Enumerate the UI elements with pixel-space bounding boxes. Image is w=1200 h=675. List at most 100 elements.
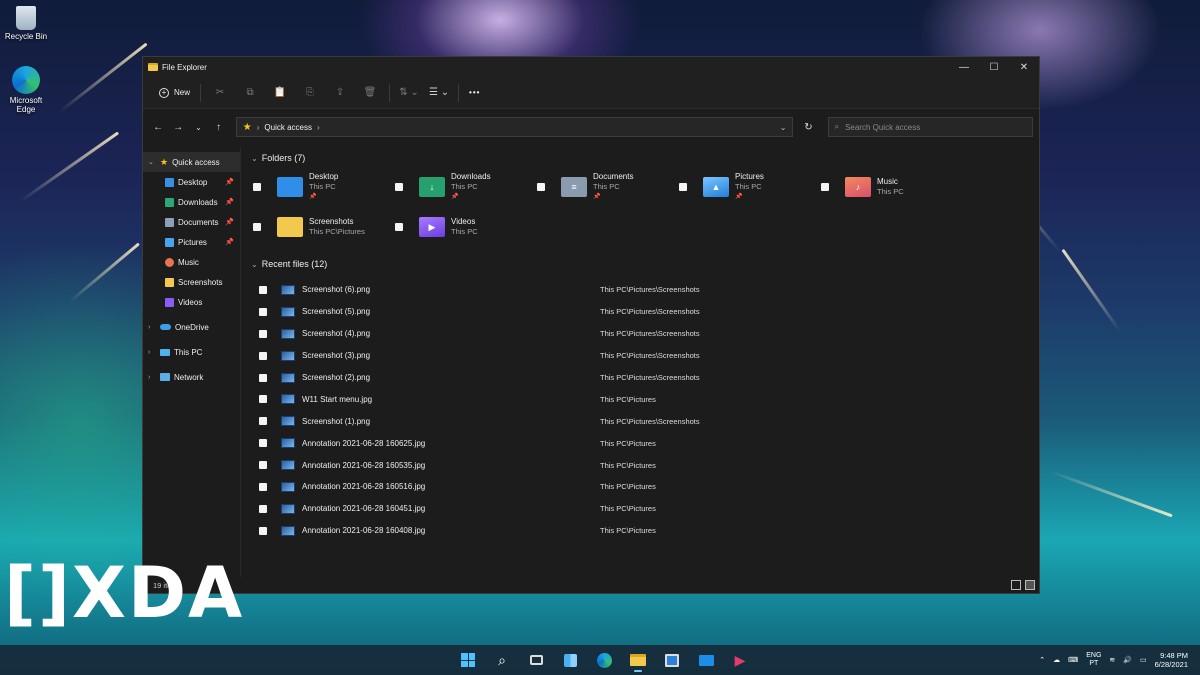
sidebar-item-pictures[interactable]: Pictures 📌 <box>143 232 240 252</box>
cut-icon[interactable]: ✂ <box>205 81 235 105</box>
select-checkbox[interactable] <box>259 395 267 404</box>
details-view-icon[interactable] <box>1011 580 1021 590</box>
view-icon[interactable]: ☰ ⌄ <box>424 81 454 105</box>
select-checkbox[interactable] <box>259 285 267 294</box>
store-icon[interactable] <box>660 648 684 672</box>
address-bar[interactable]: ★ › Quick access › ⌄ <box>235 117 794 137</box>
battery-icon[interactable]: ▭ <box>1140 656 1147 664</box>
language-indicator[interactable]: ENG PT <box>1086 652 1101 668</box>
clock[interactable]: 9:48 PM 6/28/2021 <box>1155 651 1188 669</box>
chevron-up-icon[interactable]: ⌃ <box>1039 656 1045 664</box>
sidebar-item-this-pc[interactable]: › This PC <box>143 342 240 362</box>
select-checkbox[interactable] <box>395 183 403 191</box>
collapse-chevron-icon[interactable]: ⌄ <box>251 154 258 163</box>
folders-section-header[interactable]: ⌄ Folders (7) <box>247 147 1033 169</box>
address-history-chevron-icon[interactable]: ⌄ <box>780 123 787 132</box>
search-icon[interactable]: ⌕ <box>490 648 514 672</box>
sidebar-item-desktop[interactable]: Desktop 📌 <box>143 172 240 192</box>
start-icon[interactable] <box>456 648 480 672</box>
list-item[interactable]: Screenshot (1).png This PC\Pictures\Scree… <box>259 410 1033 432</box>
select-checkbox[interactable] <box>679 183 687 191</box>
list-item[interactable]: Annotation 2021-06-28 160516.jpg This PC\… <box>259 476 1033 498</box>
select-checkbox[interactable] <box>253 183 261 191</box>
expand-chevron-icon[interactable]: ⌄ <box>148 158 156 166</box>
select-checkbox[interactable] <box>253 223 261 231</box>
sidebar-item-quick-access[interactable]: ⌄ ★ Quick access <box>143 152 240 172</box>
list-item[interactable]: W11 Start menu.jpg This PC\Pictures <box>259 388 1033 410</box>
sidebar-item-onedrive[interactable]: › OneDrive <box>143 317 240 337</box>
search-input[interactable]: ⌕ Search Quick access <box>827 117 1033 137</box>
desktop-icon-edge[interactable]: Microsoft Edge <box>0 66 52 114</box>
select-checkbox[interactable] <box>259 329 267 338</box>
expand-chevron-icon[interactable]: › <box>148 349 156 356</box>
minimize-button[interactable]: — <box>949 57 979 77</box>
sidebar-item-network[interactable]: › Network <box>143 367 240 387</box>
list-item[interactable]: Annotation 2021-06-28 160625.jpg This PC\… <box>259 432 1033 454</box>
select-checkbox[interactable] <box>259 417 267 426</box>
sidebar-item-documents[interactable]: Documents 📌 <box>143 212 240 232</box>
select-checkbox[interactable] <box>821 183 829 191</box>
title-bar[interactable]: File Explorer — ☐ ✕ <box>143 57 1039 77</box>
forward-arrow-icon[interactable]: → <box>169 117 187 137</box>
sidebar-item-music[interactable]: Music <box>143 252 240 272</box>
select-checkbox[interactable] <box>259 373 267 382</box>
file-explorer-icon[interactable] <box>626 648 650 672</box>
list-item[interactable]: Screenshot (6).png This PC\Pictures\Scree… <box>259 279 1033 301</box>
recent-locations-chevron-icon[interactable]: ⌄ <box>189 117 207 137</box>
select-checkbox[interactable] <box>259 482 267 491</box>
onedrive-cloud-icon[interactable]: ☁ <box>1053 656 1060 664</box>
list-item[interactable]: Screenshot (3).png This PC\Pictures\Scree… <box>259 345 1033 367</box>
list-item[interactable]: Annotation 2021-06-28 160408.jpg This PC\… <box>259 520 1033 542</box>
paste-icon[interactable]: 📋 <box>265 81 295 105</box>
mail-icon[interactable] <box>694 648 718 672</box>
task-view-icon[interactable] <box>524 648 548 672</box>
list-item[interactable]: Annotation 2021-06-28 160451.jpg This PC\… <box>259 498 1033 520</box>
tiles-view-icon[interactable] <box>1025 580 1035 590</box>
list-item[interactable]: Annotation 2021-06-28 160535.jpg This PC\… <box>259 454 1033 476</box>
close-button[interactable]: ✕ <box>1009 57 1039 77</box>
back-arrow-icon[interactable]: ← <box>149 117 167 137</box>
select-checkbox[interactable] <box>537 183 545 191</box>
select-checkbox[interactable] <box>259 526 267 535</box>
copy-icon[interactable]: ⧉ <box>235 81 265 105</box>
recent-files-section-header[interactable]: ⌄ Recent files (12) <box>247 253 1033 275</box>
widgets-icon[interactable] <box>558 648 582 672</box>
collapse-chevron-icon[interactable]: ⌄ <box>251 260 258 269</box>
share-icon[interactable]: ⇪ <box>325 81 355 105</box>
edge-icon[interactable] <box>592 648 616 672</box>
volume-icon[interactable]: 🔊 <box>1123 656 1132 664</box>
folder-tile-documents[interactable]: ≡ Documents This PC 📌 <box>537 169 679 205</box>
select-checkbox[interactable] <box>259 461 267 470</box>
new-button[interactable]: + New <box>153 81 196 105</box>
list-item[interactable]: Screenshot (4).png This PC\Pictures\Scree… <box>259 323 1033 345</box>
delete-icon[interactable]: 🗑 <box>355 81 385 105</box>
rename-icon[interactable]: ⎘ <box>295 81 325 105</box>
media-player-icon[interactable]: ▶ <box>728 648 752 672</box>
expand-chevron-icon[interactable]: › <box>148 324 156 331</box>
sidebar-item-downloads[interactable]: Downloads 📌 <box>143 192 240 212</box>
folder-tile-pictures[interactable]: ▲ Pictures This PC 📌 <box>679 169 821 205</box>
more-options-button[interactable]: ••• <box>463 81 486 105</box>
select-checkbox[interactable] <box>259 351 267 360</box>
up-arrow-icon[interactable]: ↑ <box>210 117 228 137</box>
breadcrumb[interactable]: Quick access <box>264 123 312 132</box>
list-item[interactable]: Screenshot (5).png This PC\Pictures\Scree… <box>259 301 1033 323</box>
select-checkbox[interactable] <box>259 307 267 316</box>
select-checkbox[interactable] <box>395 223 403 231</box>
desktop-icon-recycle-bin[interactable]: Recycle Bin <box>0 6 52 41</box>
select-checkbox[interactable] <box>259 504 267 513</box>
keyboard-icon[interactable]: ⌨ <box>1068 656 1078 664</box>
wifi-icon[interactable]: ≋ <box>1109 656 1115 664</box>
refresh-icon[interactable]: ↻ <box>799 117 817 137</box>
maximize-button[interactable]: ☐ <box>979 57 1009 77</box>
sidebar-item-videos[interactable]: Videos <box>143 292 240 312</box>
folder-tile-desktop[interactable]: Desktop This PC 📌 <box>253 169 395 205</box>
select-checkbox[interactable] <box>259 439 267 448</box>
expand-chevron-icon[interactable]: › <box>148 374 156 381</box>
folder-tile-downloads[interactable]: ↓ Downloads This PC 📌 <box>395 169 537 205</box>
folder-tile-music[interactable]: ♪ Music This PC <box>821 169 963 205</box>
list-item[interactable]: Screenshot (2).png This PC\Pictures\Scree… <box>259 367 1033 389</box>
folder-tile-videos[interactable]: ▶ Videos This PC <box>395 209 537 245</box>
sort-icon[interactable]: ⇅ ⌄ <box>394 81 424 105</box>
sidebar-item-screenshots[interactable]: Screenshots <box>143 272 240 292</box>
